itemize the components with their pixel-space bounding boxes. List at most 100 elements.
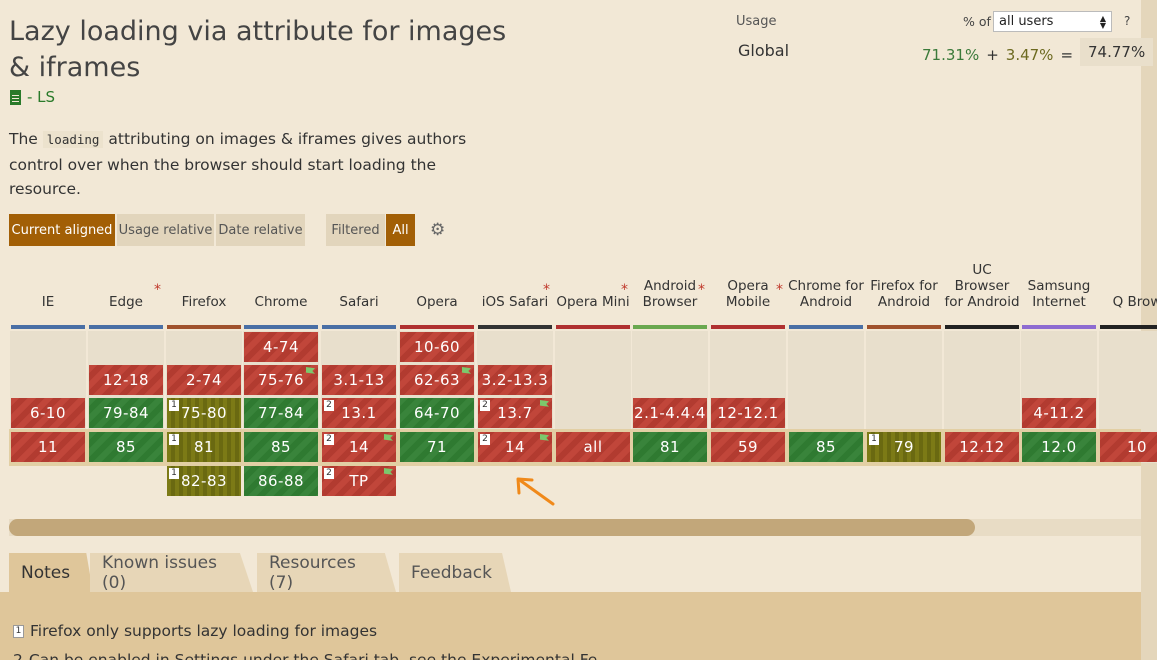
- current-aligned-button[interactable]: Current aligned: [9, 214, 115, 246]
- browser-color-bar: [945, 325, 1019, 329]
- support-cell[interactable]: 13.1 2: [322, 398, 396, 428]
- support-cell[interactable]: 85: [89, 432, 163, 462]
- support-cell[interactable]: 81: [633, 432, 707, 462]
- browser-header: Chrome for Android: [788, 278, 864, 310]
- browser-header: iOS Safari: [481, 294, 549, 310]
- browser-header: Safari: [339, 294, 379, 310]
- support-cell[interactable]: 12.0: [1022, 432, 1096, 462]
- support-cell[interactable]: 77-84: [244, 398, 318, 428]
- browser-color-bar: [400, 325, 474, 329]
- support-cell[interactable]: 82-83 1: [167, 466, 241, 496]
- region-label: Global: [738, 41, 790, 60]
- support-cell[interactable]: 11: [11, 432, 85, 462]
- flag-icon: [462, 367, 471, 374]
- prefix-star-icon: *: [621, 282, 628, 298]
- loading-code: loading: [42, 131, 104, 148]
- support-cell[interactable]: 75-80 1: [167, 398, 241, 428]
- scrollbar-thumb[interactable]: [9, 519, 975, 536]
- browser-color-bar: [11, 325, 85, 329]
- tab-known-issues[interactable]: Known issues (0): [90, 553, 253, 592]
- browser-color-bar: [867, 325, 941, 329]
- support-cell[interactable]: 79 1: [867, 432, 941, 462]
- support-cell[interactable]: 75-76: [244, 365, 318, 395]
- note-1: 1 Firefox only supports lazy loading for…: [13, 622, 377, 640]
- browser-header: IE: [41, 294, 55, 310]
- feature-description: The loading attributing on images & ifra…: [9, 130, 467, 198]
- browser-header: Firefox for Android: [870, 278, 938, 310]
- filtered-button[interactable]: Filtered: [326, 214, 385, 246]
- flag-icon: [540, 400, 549, 407]
- note-badge: 2: [324, 400, 334, 411]
- note-badge: 1: [169, 434, 179, 445]
- select-arrows-icon: ▲ ▼: [1099, 13, 1106, 30]
- browser-header: UC Browser for Android: [944, 262, 1020, 310]
- flag-icon: [384, 468, 393, 475]
- help-link[interactable]: ?: [1124, 14, 1130, 28]
- support-cell[interactable]: 13.7 2: [478, 398, 552, 428]
- support-cell[interactable]: 12-12.1: [711, 398, 785, 428]
- document-icon: [10, 89, 21, 105]
- prefix-star-icon: *: [543, 282, 550, 298]
- support-cell[interactable]: 85: [244, 432, 318, 462]
- browser-header: Opera: [416, 294, 458, 310]
- users-select[interactable]: all users ▲ ▼: [993, 11, 1112, 32]
- support-cell[interactable]: 79-84: [89, 398, 163, 428]
- usage-partial: 3.47%: [1005, 45, 1054, 64]
- support-cell[interactable]: 64-70: [400, 398, 474, 428]
- browser-header: Opera Mini: [556, 294, 630, 310]
- tab-notes[interactable]: Notes: [9, 553, 93, 592]
- browser-color-bar: [244, 325, 318, 329]
- support-cell[interactable]: 3.1-13: [322, 365, 396, 395]
- support-cell[interactable]: 62-63: [400, 365, 474, 395]
- browser-header: Firefox: [181, 294, 227, 310]
- support-cell[interactable]: 2.1-4.4.4: [633, 398, 707, 428]
- browser-color-bar: [89, 325, 163, 329]
- support-cell[interactable]: 12.12: [945, 432, 1019, 462]
- tab-feedback[interactable]: Feedback: [399, 553, 511, 592]
- note-badge: 1: [169, 400, 179, 411]
- arrow-annotation-icon: [516, 477, 555, 506]
- support-cell[interactable]: 6-10: [11, 398, 85, 428]
- support-cell[interactable]: 86-88: [244, 466, 318, 496]
- support-cell[interactable]: all: [556, 432, 630, 462]
- note-badge: 2: [480, 434, 490, 445]
- browser-header: Edge: [109, 294, 143, 310]
- tab-resources[interactable]: Resources (7): [257, 553, 396, 592]
- support-cell[interactable]: 12-18: [89, 365, 163, 395]
- support-cell[interactable]: 71: [400, 432, 474, 462]
- support-cell[interactable]: 4-74: [244, 332, 318, 362]
- browser-color-bar: [556, 325, 630, 329]
- prefix-star-icon: *: [698, 282, 705, 298]
- usage-relative-button[interactable]: Usage relative: [117, 214, 214, 246]
- support-cell[interactable]: 4-11.2: [1022, 398, 1096, 428]
- support-cell[interactable]: 14 2: [478, 432, 552, 462]
- support-cell[interactable]: 81 1: [167, 432, 241, 462]
- note-badge: 1: [169, 468, 179, 479]
- prefix-star-icon: *: [154, 282, 161, 298]
- browser-header: Android Browser: [642, 278, 698, 310]
- support-cell[interactable]: 59: [711, 432, 785, 462]
- browser-color-bar: [711, 325, 785, 329]
- note-badge: 2: [324, 434, 334, 445]
- support-cell[interactable]: 10: [1100, 432, 1157, 462]
- browser-color-bar: [1022, 325, 1096, 329]
- support-cell[interactable]: TP 2: [322, 466, 396, 496]
- gear-icon[interactable]: ⚙: [430, 220, 445, 240]
- support-cell[interactable]: 85: [789, 432, 863, 462]
- note-2: 2 Can be enabled in Settings under the S…: [13, 651, 598, 660]
- support-cell[interactable]: 3.2-13.3: [478, 365, 552, 395]
- browser-color-bar: [633, 325, 707, 329]
- flag-icon: [306, 367, 315, 374]
- pct-of-label: % of: [963, 14, 991, 29]
- browser-header: Opera Mobile: [725, 278, 771, 310]
- support-cell[interactable]: 10-60: [400, 332, 474, 362]
- note-badge: 2: [480, 400, 490, 411]
- all-button[interactable]: All: [386, 214, 415, 246]
- support-cell[interactable]: 2-74: [167, 365, 241, 395]
- prefix-star-icon: *: [776, 282, 783, 298]
- date-relative-button[interactable]: Date relative: [216, 214, 305, 246]
- support-cell[interactable]: 14 2: [322, 432, 396, 462]
- spec-status[interactable]: - LS: [10, 88, 55, 106]
- page-title: Lazy loading via attribute for images & …: [9, 16, 507, 83]
- usage-numbers: 71.31% + 3.47% = 74.77%: [922, 38, 1154, 66]
